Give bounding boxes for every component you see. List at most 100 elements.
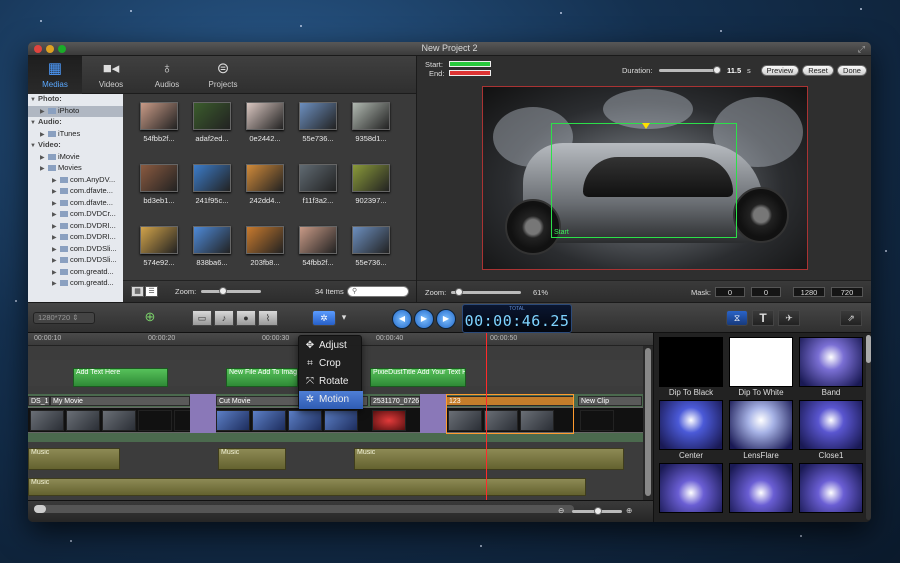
disclosure-icon[interactable]: ▶ — [52, 188, 60, 195]
title-clip[interactable]: PixieDustTitle Add Your Text H — [370, 368, 466, 387]
tree-item[interactable]: ▶ com.dfavte... — [28, 198, 123, 210]
grid-view-button[interactable]: ▦ — [131, 286, 144, 297]
playhead[interactable] — [486, 333, 487, 500]
preview-canvas[interactable]: Start — [482, 86, 808, 270]
tree-item[interactable]: ▶ com.DVDRI... — [28, 221, 123, 233]
disclosure-open-icon[interactable]: ▼ — [30, 120, 38, 126]
grid-zoom-slider[interactable] — [201, 290, 261, 293]
disclosure-icon[interactable]: ▶ — [40, 131, 48, 138]
done-button[interactable]: Done — [837, 65, 867, 76]
preview-zoom-knob[interactable] — [455, 288, 463, 296]
tree-item[interactable]: ▶ com.dfavte... — [28, 186, 123, 198]
media-thumbnail[interactable]: 902397... — [345, 158, 397, 210]
zoom-in-icon[interactable]: ⊕ — [626, 506, 632, 515]
media-thumbnail[interactable]: 0e2442... — [239, 96, 291, 148]
duration-knob[interactable] — [713, 66, 721, 74]
mask-x-field[interactable]: 0 — [715, 287, 745, 297]
disclosure-icon[interactable]: ▶ — [52, 257, 60, 264]
tree-item[interactable]: ▶ iPhoto — [28, 105, 123, 117]
video-clip-label[interactable]: My Movie — [50, 396, 190, 406]
height-field[interactable]: 720 — [831, 287, 863, 297]
start-time-bar[interactable] — [449, 61, 491, 67]
tree-section-header[interactable]: ▼ Photo: — [28, 94, 123, 106]
timeline-zoom-knob[interactable] — [594, 507, 602, 515]
music-clip[interactable]: Music — [28, 448, 120, 470]
video-clip-label[interactable]: DS_1 — [28, 396, 50, 406]
transition-item[interactable]: LensFlare — [729, 400, 793, 460]
disclosure-icon[interactable]: ▶ — [40, 108, 48, 115]
disclosure-icon[interactable]: ▶ — [40, 165, 48, 172]
pip-anchor-marker[interactable] — [642, 123, 650, 129]
width-field[interactable]: 1280 — [793, 287, 825, 297]
transition-item[interactable]: Close1 — [799, 400, 863, 460]
camera-tool-button[interactable]: ▭ — [192, 310, 212, 326]
preview-button[interactable]: Preview — [761, 65, 799, 76]
title-clip[interactable]: Add Text Here — [73, 368, 168, 387]
media-thumbnail[interactable]: bd3eb1... — [133, 158, 185, 210]
menu-item-rotate[interactable]: ⤧ Rotate — [299, 373, 363, 391]
media-thumbnail[interactable]: 838ba6... — [186, 220, 238, 272]
menu-item-adjust[interactable]: ✥ Adjust — [299, 337, 363, 355]
zoom-out-icon[interactable]: ⊖ — [558, 506, 564, 515]
disclosure-icon[interactable]: ▶ — [52, 234, 60, 241]
reset-button[interactable]: Reset — [802, 65, 834, 76]
tree-item[interactable]: ▶ iTunes — [28, 129, 123, 141]
grid-zoom-knob[interactable] — [219, 287, 227, 295]
transition-item[interactable]: Band — [799, 337, 863, 397]
tab-medias[interactable]: ▦ Medias — [28, 56, 82, 94]
tree-section-header[interactable]: ▼ Video: — [28, 140, 123, 152]
transition-marker[interactable] — [190, 394, 216, 433]
music-clip[interactable]: Music — [354, 448, 624, 470]
play-button[interactable]: ▶ — [414, 309, 434, 329]
menu-item-motion[interactable]: ✲ Motion — [299, 391, 363, 409]
transitions-tab-button[interactable]: ⧖ — [726, 310, 748, 326]
motion-tool-button[interactable]: ✲ — [312, 310, 336, 326]
tree-item[interactable]: ▶ com.greatd... — [28, 267, 123, 279]
tree-item[interactable]: ▶ com.DVDSli... — [28, 255, 123, 267]
media-thumbnail[interactable]: 241f95c... — [186, 158, 238, 210]
scroll-thumb[interactable] — [34, 505, 46, 513]
tab-videos[interactable]: ■◂ Videos — [84, 56, 138, 94]
media-thumbnail[interactable]: 203fb8... — [239, 220, 291, 272]
text-tab-button[interactable]: T — [752, 310, 774, 326]
split-tool-button[interactable]: ⌇ — [258, 310, 278, 326]
media-thumbnail[interactable]: 54fbb2f... — [133, 96, 185, 148]
media-thumbnail[interactable]: adaf2ed... — [186, 96, 238, 148]
record-tool-button[interactable]: ● — [236, 310, 256, 326]
video-clip-label[interactable]: 2531170_0726 — [370, 396, 420, 406]
tree-item[interactable]: ▶ com.DVDSli... — [28, 244, 123, 256]
selected-clip-outline[interactable] — [446, 394, 574, 434]
transition-item[interactable] — [659, 463, 723, 513]
disclosure-icon[interactable]: ▶ — [40, 154, 48, 161]
disclosure-icon[interactable]: ▶ — [52, 211, 60, 218]
mask-y-field[interactable]: 0 — [751, 287, 781, 297]
list-view-button[interactable]: ☰ — [145, 286, 158, 297]
disclosure-open-icon[interactable]: ▼ — [30, 97, 38, 103]
disclosure-open-icon[interactable]: ▼ — [30, 143, 38, 149]
transitions-scrollbar[interactable] — [866, 335, 871, 520]
transition-item[interactable]: Dip To White — [729, 337, 793, 397]
previous-button[interactable]: ◀ — [392, 309, 412, 329]
media-search-input[interactable]: ⚲ — [347, 286, 409, 297]
media-thumbnail[interactable]: 54fbb2f... — [292, 220, 344, 272]
timeline-horizontal-scrollbar[interactable] — [34, 505, 574, 513]
transition-marker[interactable] — [420, 394, 446, 433]
duration-slider[interactable] — [659, 69, 719, 72]
music-clip[interactable]: Music — [28, 478, 586, 496]
disclosure-icon[interactable]: ▶ — [52, 223, 60, 230]
disclosure-icon[interactable]: ▶ — [52, 177, 60, 184]
motion-dropdown-arrow[interactable]: ▾ — [336, 310, 352, 326]
disclosure-icon[interactable]: ▶ — [52, 269, 60, 276]
media-thumbnail[interactable]: 55e736... — [292, 96, 344, 148]
next-button[interactable]: ▶ — [436, 309, 456, 329]
fullscreen-icon[interactable]: ⤢ — [858, 44, 865, 55]
media-thumbnail[interactable]: 55e736... — [345, 220, 397, 272]
tree-item[interactable]: ▶ Movies — [28, 163, 123, 175]
effects-tab-button[interactable]: ✈ — [778, 310, 800, 326]
media-thumbnail[interactable]: 9358d1... — [345, 96, 397, 148]
tree-item[interactable]: ▶ com.DVDRI... — [28, 232, 123, 244]
tab-audios[interactable]: ♁ Audios — [140, 56, 194, 94]
resolution-select[interactable]: 1280*720 ⇕ — [33, 312, 95, 324]
tree-item[interactable]: ▶ com.greatd... — [28, 278, 123, 290]
menu-item-crop[interactable]: ⌗ Crop — [299, 355, 363, 373]
